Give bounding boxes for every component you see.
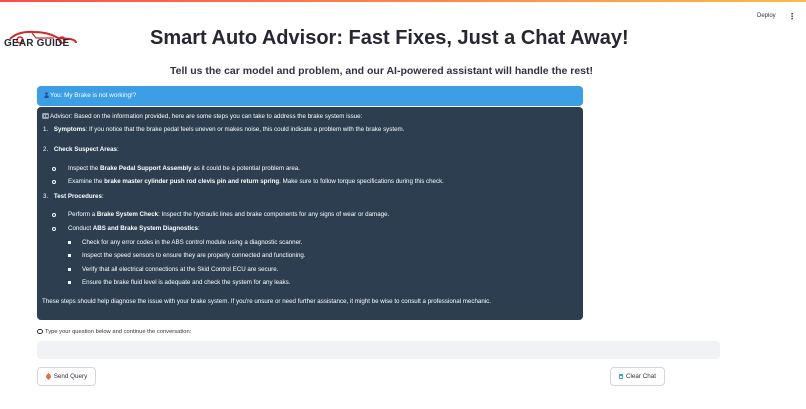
list-item-text: : xyxy=(198,225,200,232)
list-item-text: Conduct xyxy=(68,225,93,232)
bullet-icon xyxy=(52,227,56,231)
advisor-closing: These steps should help diagnose the iss… xyxy=(42,298,491,305)
page-title: Smart Auto Advisor: Fast Fixes, Just a C… xyxy=(150,27,629,49)
bullet-icon xyxy=(68,281,71,284)
kebab-menu-icon[interactable]: ⋮ xyxy=(788,12,796,21)
list-item-heading: Symptoms xyxy=(53,126,86,133)
clear-chat-button[interactable]: Clear Chat xyxy=(610,367,665,386)
speech-bubble-icon xyxy=(37,329,43,334)
list-item: Inspect the Brake Pedal Support Assembly… xyxy=(68,165,300,172)
list-item-text: as it could be a potential problem area. xyxy=(191,165,300,172)
list-item-text: . Make sure to follow torque specificati… xyxy=(279,178,444,185)
trash-icon xyxy=(618,374,623,379)
bullet-icon xyxy=(68,241,71,244)
advisor-message: Advisor: Based on the information provid… xyxy=(37,107,583,320)
user-message-text: You: My Brake is not working!? xyxy=(50,92,137,99)
list-item-text: : Inspect the hydraulic lines and brake … xyxy=(158,211,390,218)
bullet-icon xyxy=(68,254,71,257)
list-number: 3. xyxy=(43,193,49,200)
clear-chat-label: Clear Chat xyxy=(625,373,657,380)
user-icon xyxy=(44,92,49,98)
list-item-emphasis: ABS and Brake System Diagnostics xyxy=(92,225,198,232)
advisor-intro-text: Advisor: Based on the information provid… xyxy=(50,113,363,120)
bullet-icon xyxy=(52,167,56,171)
deploy-button[interactable]: Deploy xyxy=(757,13,776,19)
list-item: Check for any error codes in the ABS con… xyxy=(82,239,303,246)
list-item-text: Examine the xyxy=(68,178,105,185)
list-item-text: Inspect the xyxy=(68,165,100,172)
send-query-label: Send Query xyxy=(53,373,88,380)
bullet-icon xyxy=(52,213,56,217)
list-item: Conduct ABS and Brake System Diagnostics… xyxy=(68,225,200,232)
list-number: 1. xyxy=(43,126,49,133)
list-item-emphasis: brake master cylinder push rod clevis pi… xyxy=(104,178,280,185)
page-subtitle: Tell us the car model and problem, and o… xyxy=(170,65,593,77)
logo-text: GEAR GUIDE xyxy=(4,38,70,49)
list-item: 3. Test Procedures: xyxy=(43,193,104,200)
bullet-icon xyxy=(52,180,56,184)
list-item-heading: Test Procedures xyxy=(53,193,102,200)
bullet-icon xyxy=(68,268,71,271)
list-item-text: : If you notice that the brake pedal fee… xyxy=(85,126,405,133)
list-item: Verify that all electrical connections a… xyxy=(82,266,279,273)
robot-icon xyxy=(42,113,49,119)
input-hint: Type your question below and continue th… xyxy=(37,329,191,335)
list-item: 1. Symptoms: If you notice that the brak… xyxy=(43,126,404,133)
send-query-button[interactable]: Send Query xyxy=(37,367,96,386)
question-input[interactable] xyxy=(37,341,720,359)
list-item-heading: Check Suspect Areas xyxy=(53,146,117,153)
list-number: 2. xyxy=(43,146,49,153)
list-item: Inspect the speed sensors to ensure they… xyxy=(82,252,306,259)
list-item: Perform a Brake System Check: Inspect th… xyxy=(68,211,389,218)
input-hint-text: Type your question below and continue th… xyxy=(45,329,192,335)
list-item-text: : xyxy=(101,193,104,200)
top-decoration-bar xyxy=(0,0,806,2)
list-item: Examine the brake master cylinder push r… xyxy=(68,178,444,185)
list-item-text: Perform a xyxy=(68,211,97,218)
list-item: 2. Check Suspect Areas: xyxy=(43,146,119,153)
user-message: You: My Brake is not working!? xyxy=(37,86,583,106)
list-item-emphasis: Brake System Check xyxy=(96,211,159,218)
list-item-text: : xyxy=(116,146,119,153)
rocket-icon xyxy=(44,372,52,381)
advisor-intro: Advisor: Based on the information provid… xyxy=(42,113,362,120)
list-item-emphasis: Brake Pedal Support Assembly xyxy=(100,165,192,172)
list-item: Ensure the brake fluid level is adequate… xyxy=(82,279,291,286)
